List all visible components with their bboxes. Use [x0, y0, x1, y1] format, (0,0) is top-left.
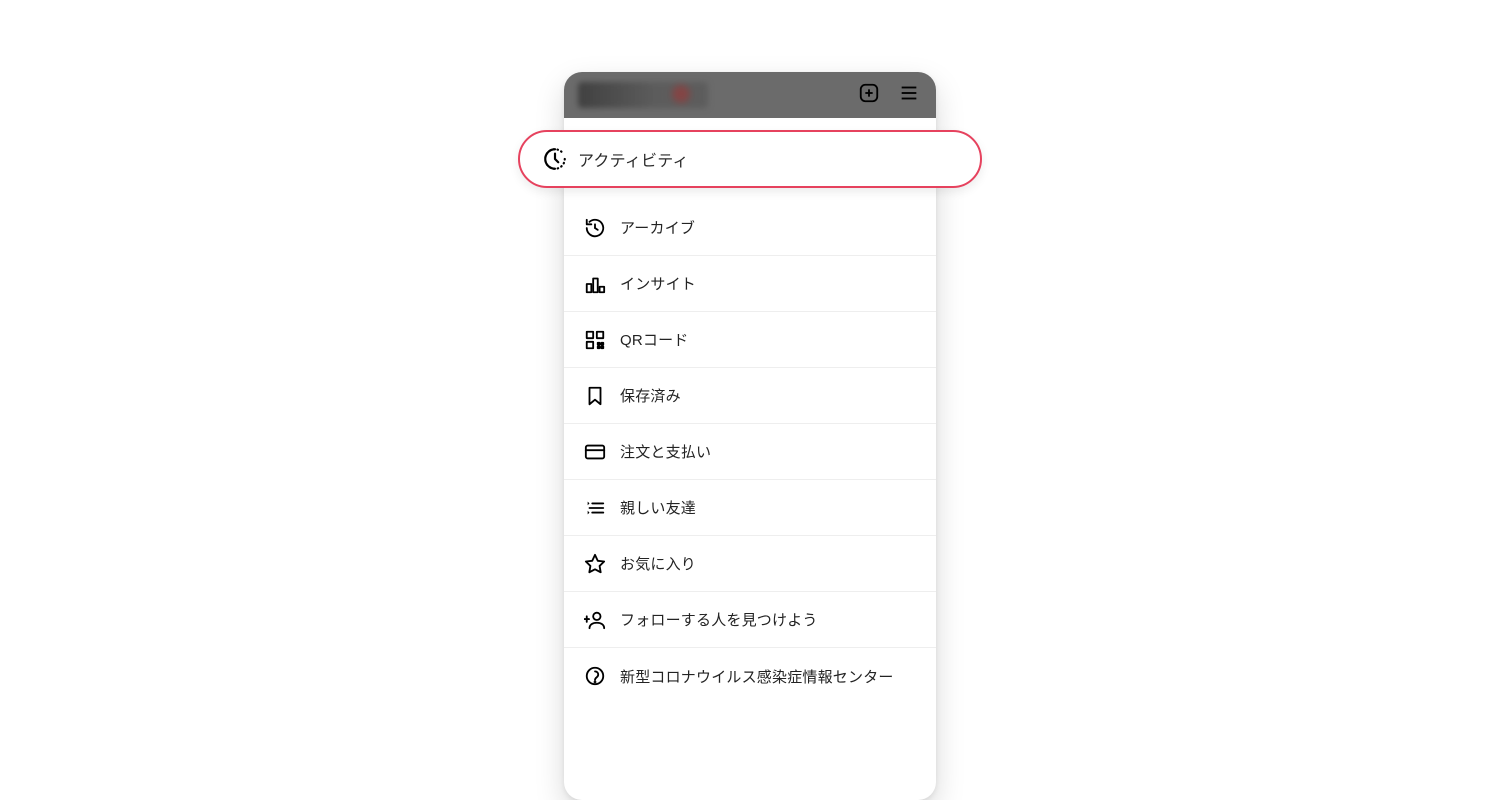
menu-item-archive[interactable]: アーカイブ — [564, 200, 936, 256]
close-friends-icon — [584, 497, 620, 519]
add-person-icon — [584, 609, 620, 631]
activity-icon — [542, 146, 578, 172]
archive-icon — [584, 217, 620, 239]
star-icon — [584, 553, 620, 575]
menu-item-label: 親しい友達 — [620, 497, 696, 518]
menu-item-label: フォローする人を見つけよう — [620, 609, 818, 630]
menu-item-saved[interactable]: 保存済み — [564, 368, 936, 424]
menu-item-qrcode[interactable]: QRコード — [564, 312, 936, 368]
menu-item-favorites[interactable]: お気に入り — [564, 536, 936, 592]
menu-item-insights[interactable]: インサイト — [564, 256, 936, 312]
menu-item-activity[interactable]: アクティビティ — [518, 130, 982, 188]
app-header — [564, 72, 936, 118]
settings-panel: アクティビティ アーカイブ インサイト QRコード — [564, 72, 936, 800]
menu-item-label: インサイト — [620, 273, 696, 294]
covid-info-icon — [584, 665, 620, 687]
hamburger-menu-icon[interactable] — [898, 82, 920, 109]
menu-item-orders-payments[interactable]: 注文と支払い — [564, 424, 936, 480]
menu-item-discover-people[interactable]: フォローする人を見つけよう — [564, 592, 936, 648]
menu-item-label: 保存済み — [620, 385, 681, 406]
create-icon[interactable] — [858, 82, 880, 109]
menu-panel: アーカイブ インサイト QRコード 保存済み — [564, 194, 936, 734]
menu-list: アーカイブ インサイト QRコード 保存済み — [564, 194, 936, 704]
menu-item-label: アクティビティ — [578, 147, 689, 171]
bookmark-icon — [584, 385, 620, 407]
menu-item-label: お気に入り — [620, 553, 696, 574]
credit-card-icon — [584, 441, 620, 463]
menu-item-label: アーカイブ — [620, 217, 695, 238]
menu-item-label: 注文と支払い — [620, 441, 711, 462]
menu-item-label: QRコード — [620, 329, 689, 350]
profile-username-blurred — [578, 82, 708, 108]
menu-item-close-friends[interactable]: 親しい友達 — [564, 480, 936, 536]
qrcode-icon — [584, 329, 620, 351]
insights-icon — [584, 273, 620, 295]
menu-item-label: 新型コロナウイルス感染症情報センター — [620, 666, 894, 687]
highlighted-menu-row: アクティビティ — [518, 130, 982, 188]
menu-item-covid-info[interactable]: 新型コロナウイルス感染症情報センター — [564, 648, 936, 704]
